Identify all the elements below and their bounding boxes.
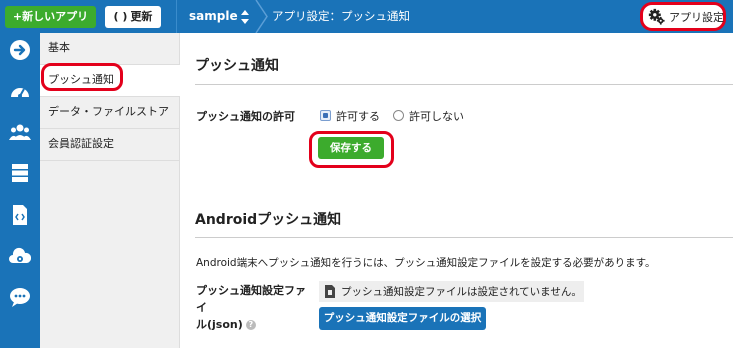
allow-radio[interactable] <box>320 110 331 121</box>
select-file-button[interactable]: プッシュ通知設定ファイルの選択 <box>319 307 486 330</box>
sort-updown-icon[interactable] <box>240 9 250 25</box>
chat-icon[interactable] <box>9 286 31 308</box>
cloud-gear-icon[interactable] <box>9 245 31 267</box>
new-app-button[interactable]: +新しいアプリ <box>5 6 96 28</box>
help-icon[interactable]: ? <box>245 320 256 330</box>
divider <box>176 0 177 33</box>
android-description: Android端末へプッシュ通知を行うには、プッシュ通知設定ファイルを設定する必… <box>196 257 656 269</box>
breadcrumb-arrow-icon <box>255 0 268 33</box>
refresh-label: 更新 <box>130 10 153 23</box>
refresh-icon: ( ) <box>113 10 128 23</box>
page-title: プッシュ通知 <box>195 58 279 74</box>
icon-rail <box>0 33 40 348</box>
submenu-item-auth[interactable]: 会員認証設定 <box>40 129 180 161</box>
highlight-ring <box>41 63 123 91</box>
allow-label[interactable]: 許可する <box>336 108 380 124</box>
database-icon[interactable] <box>9 162 31 184</box>
deny-label[interactable]: 許可しない <box>409 108 464 124</box>
file-label: プッシュ通知設定ファイ ル(json)? <box>196 284 306 331</box>
section-title-android: Androidプッシュ通知 <box>195 212 342 228</box>
gear-icon <box>648 8 665 25</box>
refresh-button[interactable]: ( ) 更新 <box>105 6 161 28</box>
save-button[interactable]: 保存する <box>318 137 384 159</box>
top-bar: +新しいアプリ ( ) 更新 sample アプリ設定：プッシュ通知 アプリ設定 <box>0 0 733 33</box>
app-settings-button[interactable]: アプリ設定 <box>640 2 726 31</box>
divider <box>195 237 733 238</box>
file-icon <box>325 285 335 298</box>
submenu-item-datastore[interactable]: データ・ファイルストア <box>40 97 180 129</box>
file-status: プッシュ通知設定ファイルは設定されていません。 <box>319 281 584 302</box>
arrow-right-icon[interactable] <box>9 39 31 61</box>
permission-label: プッシュ通知の許可 <box>196 110 295 123</box>
dashboard-icon[interactable] <box>9 81 31 103</box>
users-icon[interactable] <box>9 121 31 143</box>
app-settings-label: アプリ設定 <box>669 11 724 24</box>
app-selector[interactable]: sample <box>189 0 238 33</box>
deny-radio[interactable] <box>393 110 404 121</box>
breadcrumb: アプリ設定：プッシュ通知 <box>272 9 410 23</box>
divider <box>195 84 733 85</box>
submenu-item-basic[interactable]: 基本 <box>40 33 180 65</box>
script-icon[interactable] <box>9 204 31 226</box>
